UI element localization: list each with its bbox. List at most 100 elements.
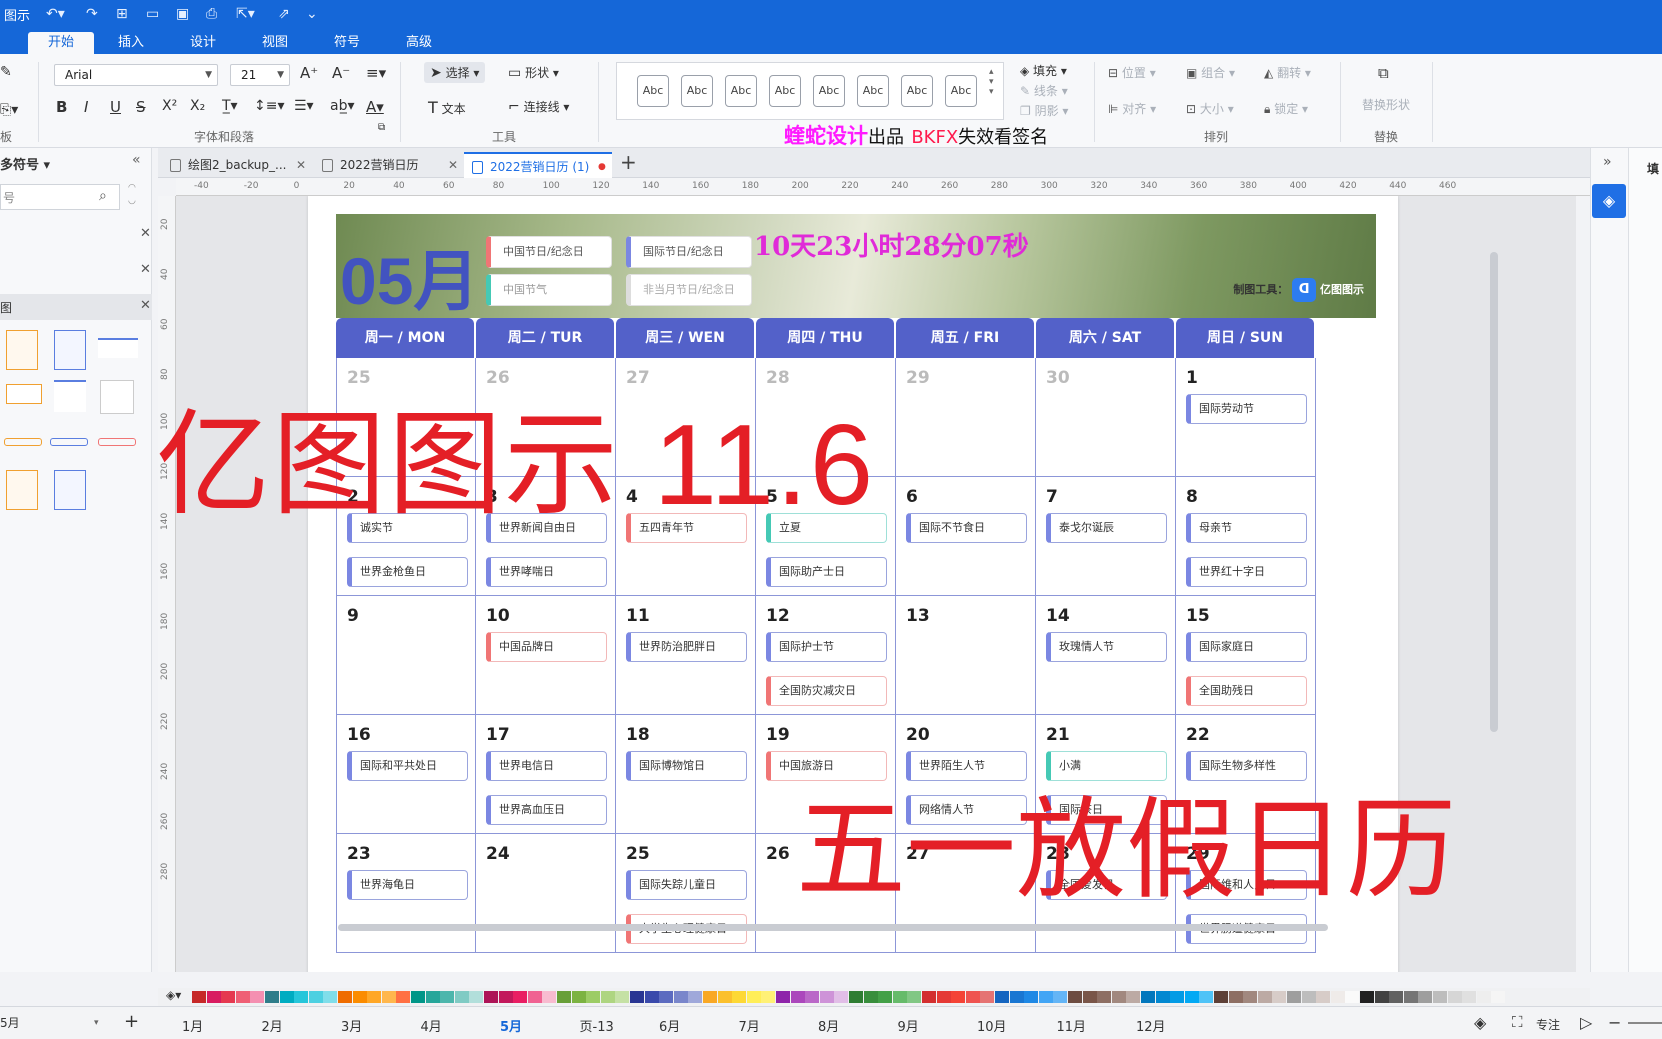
page-tab[interactable]: 5月 bbox=[500, 1016, 522, 1035]
font-family-select[interactable]: Arial ▼ bbox=[54, 64, 218, 86]
highlight-icon[interactable]: ab̲▾ bbox=[330, 98, 355, 114]
color-swatch[interactable] bbox=[790, 991, 805, 1003]
color-swatch[interactable] bbox=[849, 991, 863, 1003]
scroll-arrows-icon[interactable]: ◠ ◡ bbox=[128, 182, 136, 208]
italic-icon[interactable]: I bbox=[84, 98, 88, 116]
event-tag[interactable]: 国际失踪儿童日 bbox=[626, 870, 747, 900]
color-swatch[interactable] bbox=[1155, 991, 1170, 1003]
day-cell[interactable]: 13 bbox=[896, 596, 1036, 715]
color-swatch[interactable] bbox=[965, 991, 980, 1003]
symbol-thumbnail[interactable] bbox=[4, 438, 42, 446]
color-swatch[interactable] bbox=[1330, 991, 1345, 1003]
horizontal-scrollbar[interactable] bbox=[338, 924, 1328, 931]
event-tag[interactable]: 国际博物馆日 bbox=[626, 751, 747, 781]
color-swatch[interactable] bbox=[1374, 991, 1389, 1003]
select-tool-button[interactable]: ➤ 选择 ▾ bbox=[424, 62, 486, 83]
color-swatch[interactable] bbox=[250, 991, 265, 1003]
close-icon[interactable]: ✕ bbox=[140, 262, 151, 277]
event-tag[interactable]: 国际助产士日 bbox=[766, 557, 887, 587]
symbol-thumbnail[interactable] bbox=[54, 330, 86, 370]
style-option[interactable]: Abc bbox=[857, 75, 889, 107]
color-swatch[interactable] bbox=[1228, 991, 1243, 1003]
shadow-button[interactable]: ❐ 阴影 ▾ bbox=[1020, 102, 1068, 119]
strikethrough-icon[interactable]: S bbox=[136, 98, 146, 116]
event-tag[interactable]: 全国防灾减灾日 bbox=[766, 676, 887, 706]
color-swatch[interactable] bbox=[1403, 991, 1418, 1003]
event-tag[interactable]: 世界高血压日 bbox=[486, 795, 607, 825]
document-tab[interactable]: 绘图2_backup_... ✕ bbox=[162, 152, 310, 178]
style-option[interactable]: Abc bbox=[945, 75, 977, 107]
color-swatch[interactable] bbox=[1433, 991, 1447, 1003]
color-swatch[interactable] bbox=[644, 991, 659, 1003]
focus-mode-label[interactable]: 专注 bbox=[1536, 1016, 1560, 1033]
dialog-launcher-icon[interactable]: ⧉ bbox=[378, 122, 385, 133]
close-icon[interactable]: ✕ bbox=[140, 298, 151, 313]
page-tab[interactable]: 12月 bbox=[1136, 1016, 1166, 1035]
color-swatch[interactable] bbox=[951, 991, 966, 1003]
zoom-out-icon[interactable]: − bbox=[1608, 1013, 1621, 1032]
tab-design[interactable]: 设计 bbox=[176, 32, 230, 54]
color-swatch[interactable] bbox=[630, 991, 644, 1003]
day-cell[interactable]: 14 玫瑰情人节 bbox=[1036, 596, 1176, 715]
event-tag[interactable]: 世界红十字日 bbox=[1186, 557, 1307, 587]
color-swatch[interactable] bbox=[381, 991, 396, 1003]
event-tag[interactable]: 世界防治肥胖日 bbox=[626, 632, 747, 662]
color-swatch[interactable] bbox=[279, 991, 294, 1003]
color-swatch[interactable] bbox=[352, 991, 367, 1003]
color-swatch[interactable] bbox=[892, 991, 907, 1003]
color-swatch[interactable] bbox=[1126, 991, 1141, 1003]
color-swatch[interactable] bbox=[498, 991, 513, 1003]
layers-icon[interactable]: ◈ bbox=[1474, 1013, 1486, 1032]
bold-icon[interactable]: B bbox=[56, 98, 67, 116]
symbol-thumbnail[interactable] bbox=[6, 470, 38, 510]
page-tab[interactable]: 10月 bbox=[977, 1016, 1007, 1035]
color-swatch[interactable] bbox=[192, 991, 206, 1003]
new-file-icon[interactable]: ⊞ bbox=[116, 6, 128, 22]
day-cell[interactable]: 30 bbox=[1036, 358, 1176, 477]
color-swatch[interactable] bbox=[819, 991, 834, 1003]
document-tab[interactable]: 2022营销日历 ✕ bbox=[314, 152, 462, 178]
symbol-thumbnail[interactable] bbox=[54, 380, 86, 412]
subscript-icon[interactable]: X₂ bbox=[190, 98, 205, 114]
color-swatch[interactable] bbox=[717, 991, 732, 1003]
day-cell[interactable]: 16 国际和平共处日 bbox=[336, 715, 476, 834]
color-swatch[interactable] bbox=[1287, 991, 1301, 1003]
day-cell[interactable]: 8 母亲节 世界红十字日 bbox=[1176, 477, 1316, 596]
color-swatch[interactable] bbox=[1082, 991, 1097, 1003]
symbol-thumbnail[interactable] bbox=[50, 438, 88, 446]
color-swatch[interactable] bbox=[922, 991, 936, 1003]
color-swatch[interactable] bbox=[411, 991, 425, 1003]
symbol-thumbnail[interactable] bbox=[6, 330, 38, 370]
color-swatch[interactable] bbox=[1316, 991, 1331, 1003]
page-tab[interactable]: 8月 bbox=[818, 1016, 839, 1035]
event-tag[interactable]: 泰戈尔诞辰 bbox=[1046, 513, 1167, 543]
tab-symbols[interactable]: 符号 bbox=[320, 32, 374, 54]
day-cell[interactable]: 29 bbox=[896, 358, 1036, 477]
focus-mode-icon[interactable]: ⛶ bbox=[1512, 1013, 1523, 1031]
day-cell[interactable]: 7 泰戈尔诞辰 bbox=[1036, 477, 1176, 596]
style-option[interactable]: Abc bbox=[901, 75, 933, 107]
color-swatch[interactable] bbox=[367, 991, 382, 1003]
page-tab[interactable]: 11月 bbox=[1057, 1016, 1087, 1035]
color-swatch[interactable] bbox=[863, 991, 878, 1003]
color-swatch[interactable] bbox=[1301, 991, 1316, 1003]
event-tag[interactable]: 国际劳动节 bbox=[1186, 394, 1307, 424]
share-icon[interactable]: ⇗ bbox=[278, 6, 290, 22]
day-cell[interactable]: 25国际失踪儿童日大学生心理健康日 bbox=[616, 834, 756, 953]
day-cell[interactable]: 17 世界电信日 世界高血压日 bbox=[476, 715, 616, 834]
export-icon[interactable]: ⇱▾ bbox=[236, 6, 255, 22]
color-swatch[interactable] bbox=[980, 991, 995, 1003]
color-swatch[interactable] bbox=[1024, 991, 1039, 1003]
color-swatch[interactable] bbox=[542, 991, 557, 1003]
color-swatch[interactable] bbox=[1418, 991, 1433, 1003]
document-tab-active[interactable]: 2022营销日历 (1) ● bbox=[464, 152, 612, 178]
color-swatch[interactable] bbox=[513, 991, 528, 1003]
style-option[interactable]: Abc bbox=[637, 75, 669, 107]
replace-shape-button[interactable]: 替换形状 bbox=[1362, 96, 1410, 113]
color-swatch[interactable] bbox=[1038, 991, 1053, 1003]
page-tab[interactable]: 9月 bbox=[898, 1016, 919, 1035]
color-swatch[interactable] bbox=[206, 991, 221, 1003]
color-swatch[interactable] bbox=[1389, 991, 1404, 1003]
color-swatch[interactable] bbox=[1272, 991, 1287, 1003]
color-swatch[interactable] bbox=[1097, 991, 1112, 1003]
